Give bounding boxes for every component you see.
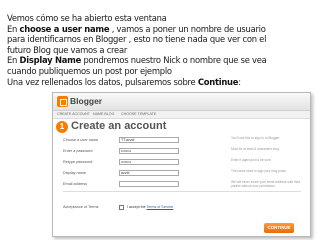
blogger-screenshot: Blogger CREATE ACCOUNT NAME BLOG CHOOSE … [52, 92, 311, 237]
password-input[interactable]: •••••••• [119, 148, 179, 154]
email-input[interactable] [119, 181, 179, 187]
text-line: Una vez rellenados los datos, pulsaremos… [7, 76, 241, 87]
retype-password-hint: Enter it again just to be sure. [231, 158, 272, 162]
username-label: Choose a user name [63, 138, 99, 142]
password-hint: Must be at least 6 characters long. [231, 147, 280, 151]
step-name-blog: NAME BLOG [93, 112, 115, 116]
blogger-header: Blogger [53, 93, 310, 111]
display-name-input[interactable]: acvid [119, 170, 179, 176]
email-hint: We will never share your email address w… [231, 180, 301, 188]
text-line: cuando publiquemos un post por ejemplo [7, 65, 172, 76]
tos-checkbox[interactable] [119, 205, 124, 210]
password-label: Enter a password [63, 149, 93, 153]
signup-steps: CREATE ACCOUNT NAME BLOG CHOOSE TEMPLATE [53, 111, 310, 119]
username-hint: You'll use this to sign in to Blogger. [231, 136, 281, 140]
tos-link[interactable]: Terms of Service [147, 205, 174, 209]
step-create-account: CREATE ACCOUNT [57, 112, 90, 116]
divider [63, 191, 301, 192]
username-input[interactable]: TT.acvid [119, 137, 179, 143]
step-number-badge: 1 [56, 121, 68, 133]
text-line: Vemos cómo se ha abierto esta ventana [7, 13, 167, 23]
continue-button[interactable]: CONTINUE [264, 223, 294, 233]
page-title: Create an account [71, 120, 167, 132]
slide: Vemos cómo se ha abierto esta ventana En… [0, 0, 320, 240]
text-line: En Display Name pondremos nuestro Nick o… [7, 55, 267, 66]
retype-password-label: Retype password [63, 160, 93, 164]
tos-label: Acceptance of Terms [63, 205, 99, 209]
tos-text: I accept the Terms of Service [127, 205, 174, 209]
text-line: En choose a user name , vamos a poner un… [7, 23, 266, 34]
retype-password-input[interactable]: •••••••• [119, 159, 179, 165]
step-choose-template: CHOOSE TEMPLATE [121, 112, 157, 116]
slide-text: Vemos cómo se ha abierto esta ventana En… [7, 13, 319, 87]
email-label: Email address [63, 182, 88, 186]
display-name-hint: The name used to sign your blog posts. [231, 169, 287, 173]
text-line: futuro Blog que vamos a crear [7, 44, 128, 55]
blogger-logo-text: Blogger [70, 96, 103, 106]
blogger-logo-icon [57, 96, 68, 107]
text-line: para identificarnos en Blogger , esto no… [7, 34, 267, 45]
display-name-label: Display name [63, 171, 87, 175]
